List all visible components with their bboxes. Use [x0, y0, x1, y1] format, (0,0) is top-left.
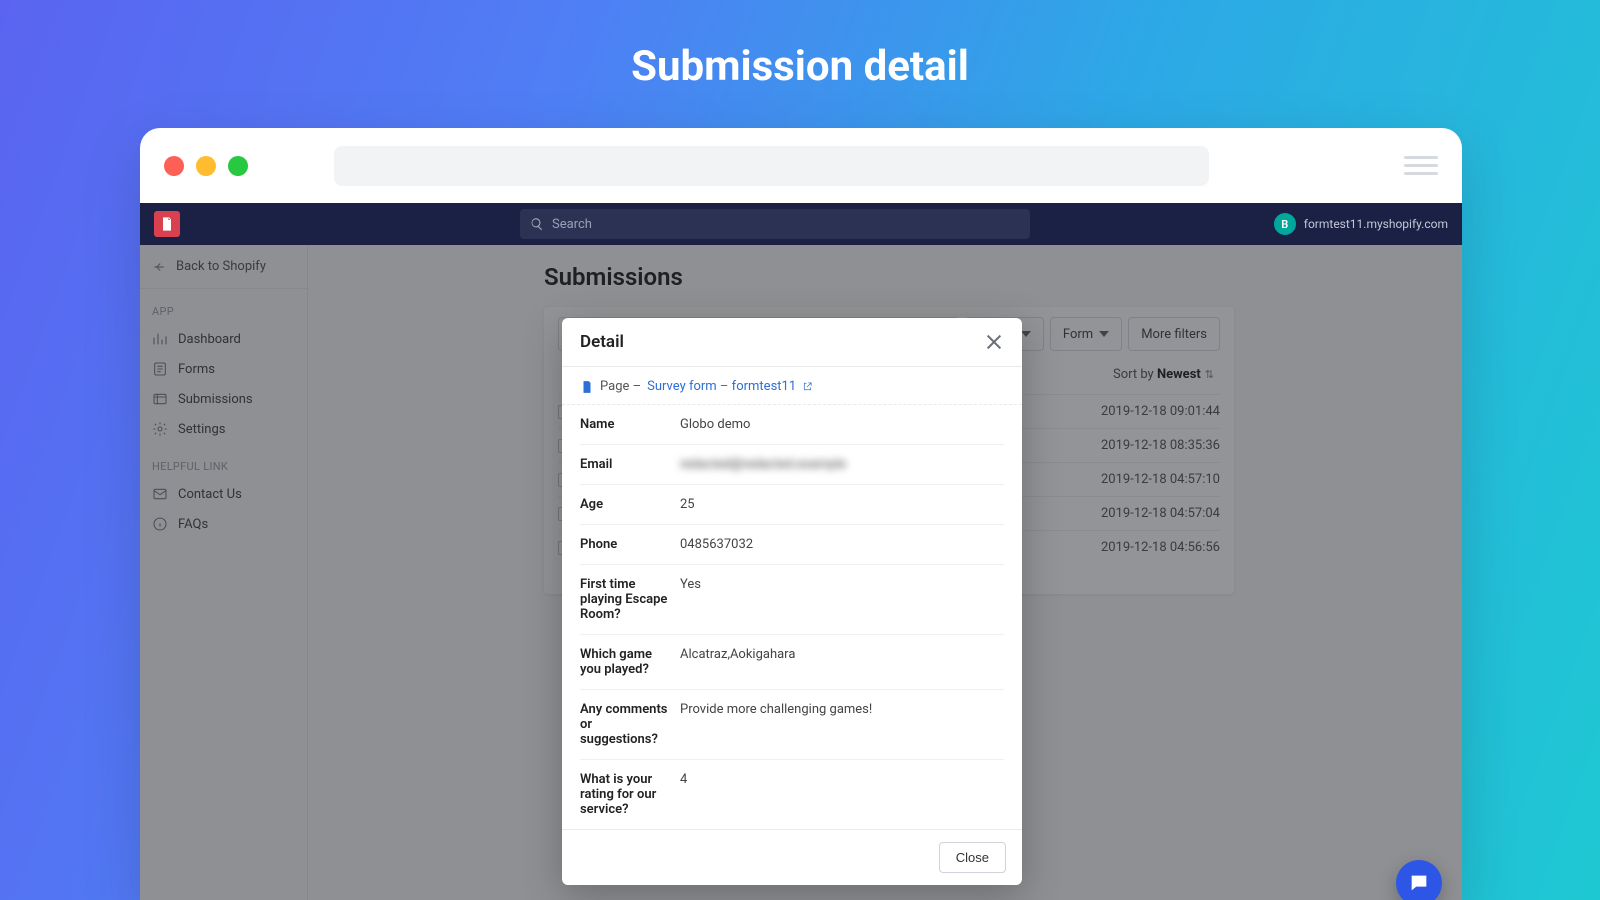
detail-modal: Detail Page – Survey form – formtest11 N… — [562, 318, 1022, 885]
field-value: 25 — [680, 497, 1004, 512]
window-controls — [164, 156, 248, 176]
source-link-text[interactable]: Survey form – formtest11 — [647, 379, 796, 394]
field-label: What is your rating for our service? — [580, 772, 680, 817]
detail-field-row: Which game you played?Alcatraz,Aokigahar… — [580, 635, 1004, 690]
field-label: Age — [580, 497, 680, 512]
field-value: 4 — [680, 772, 1004, 817]
page-title: Submission detail — [0, 0, 1600, 91]
chat-fab[interactable] — [1396, 860, 1442, 900]
search-icon — [530, 217, 544, 231]
field-label: Any comments or suggestions? — [580, 702, 680, 747]
app-search-input[interactable]: Search — [520, 209, 1030, 239]
field-label: Phone — [580, 537, 680, 552]
url-bar[interactable] — [334, 146, 1209, 186]
field-value: redacted@redacted.example — [680, 457, 1004, 472]
close-icon[interactable] — [984, 332, 1004, 352]
field-value: Alcatraz,Aokigahara — [680, 647, 1004, 677]
app-body: Back to Shopify APP Dashboard Forms Subm… — [140, 245, 1462, 900]
field-label: Which game you played? — [580, 647, 680, 677]
field-label: First time playing Escape Room? — [580, 577, 680, 622]
browser-frame: Search B formtest11.myshopify.com Back t… — [140, 128, 1462, 900]
browser-titlebar — [140, 128, 1462, 203]
modal-title: Detail — [580, 332, 624, 352]
account-info[interactable]: B formtest11.myshopify.com — [1274, 213, 1448, 235]
field-value: Provide more challenging games! — [680, 702, 1004, 747]
detail-field-row: Phone0485637032 — [580, 525, 1004, 565]
detail-field-row: Emailredacted@redacted.example — [580, 445, 1004, 485]
source-prefix: Page – — [600, 379, 641, 394]
detail-field-row: Any comments or suggestions?Provide more… — [580, 690, 1004, 760]
minimize-window-icon[interactable] — [196, 156, 216, 176]
maximize-window-icon[interactable] — [228, 156, 248, 176]
search-placeholder: Search — [552, 217, 592, 232]
modal-source-link[interactable]: Page – Survey form – formtest11 — [562, 367, 1022, 405]
detail-field-row: Age25 — [580, 485, 1004, 525]
account-domain: formtest11.myshopify.com — [1304, 217, 1448, 231]
detail-field-row: NameGlobo demo — [580, 405, 1004, 445]
field-value: Yes — [680, 577, 1004, 622]
detail-fields: NameGlobo demoEmailredacted@redacted.exa… — [562, 405, 1022, 829]
close-window-icon[interactable] — [164, 156, 184, 176]
field-value: Globo demo — [680, 417, 1004, 432]
external-link-icon — [802, 381, 813, 392]
detail-field-row: What is your rating for our service?4 — [580, 760, 1004, 829]
modal-header: Detail — [562, 318, 1022, 367]
app-topbar: Search B formtest11.myshopify.com — [140, 203, 1462, 245]
field-label: Email — [580, 457, 680, 472]
field-label: Name — [580, 417, 680, 432]
avatar: B — [1274, 213, 1296, 235]
page-icon — [580, 380, 594, 394]
modal-footer: Close — [562, 829, 1022, 885]
chat-icon — [1408, 872, 1430, 894]
close-button[interactable]: Close — [939, 842, 1006, 873]
browser-menu-icon[interactable] — [1404, 156, 1438, 175]
app-logo-icon[interactable] — [154, 211, 180, 237]
field-value: 0485637032 — [680, 537, 1004, 552]
detail-field-row: First time playing Escape Room?Yes — [580, 565, 1004, 635]
